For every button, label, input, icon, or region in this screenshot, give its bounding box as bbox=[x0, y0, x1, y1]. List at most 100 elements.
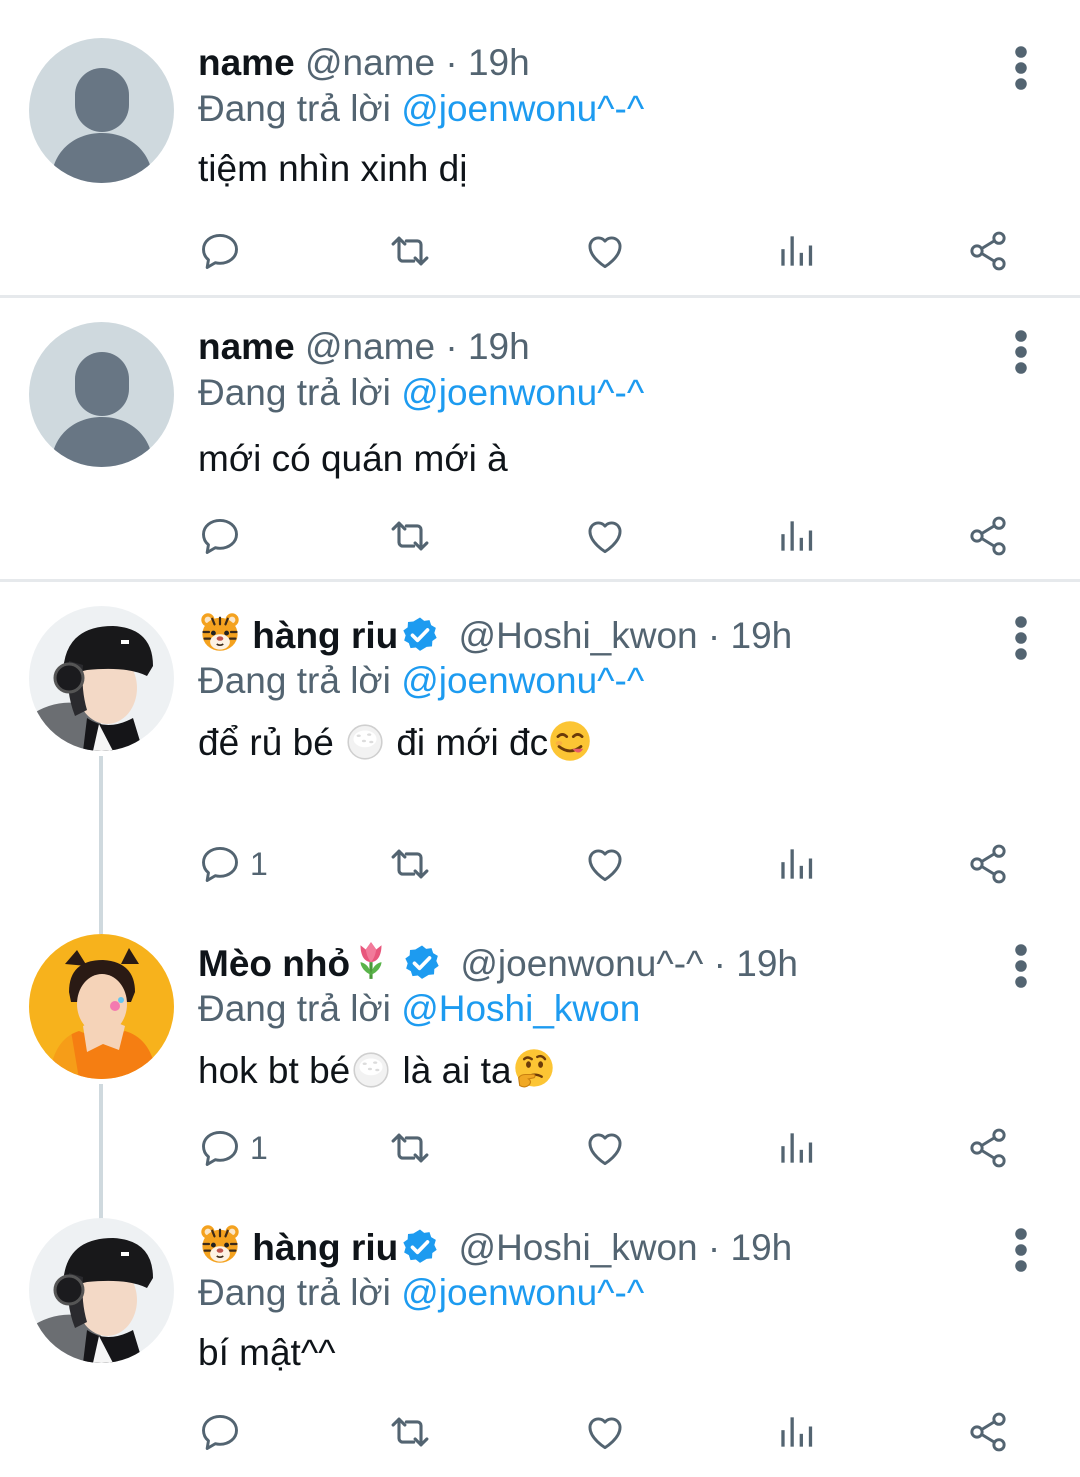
avatar[interactable] bbox=[29, 934, 174, 1079]
tweet-text: hok bt bé là ai ta bbox=[198, 1046, 556, 1096]
retweet-button[interactable] bbox=[388, 226, 432, 276]
retweet-button[interactable] bbox=[388, 511, 432, 561]
more-options-icon[interactable] bbox=[1013, 614, 1029, 662]
handle[interactable]: @joenwonu^-^ bbox=[460, 943, 703, 984]
like-icon bbox=[583, 1126, 627, 1170]
tweet-header: name @name · 19h bbox=[198, 322, 530, 372]
tweet[interactable]: Mèo nhỏ @joenwonu^-^ · 19h Đang trả lời … bbox=[0, 912, 1080, 1212]
share-icon bbox=[966, 229, 1010, 273]
separator: · bbox=[445, 326, 458, 367]
reply-button[interactable] bbox=[198, 226, 250, 276]
timestamp[interactable]: 19h bbox=[731, 1227, 793, 1268]
reply-context: Đang trả lời @joenwonu^-^ bbox=[198, 368, 644, 418]
views-button[interactable] bbox=[774, 1123, 818, 1173]
tweet-header: name @name · 19h bbox=[198, 38, 530, 88]
share-icon bbox=[966, 1126, 1010, 1170]
profile-photo bbox=[29, 934, 174, 1079]
like-button[interactable] bbox=[583, 1407, 627, 1457]
verified-badge-icon[interactable] bbox=[400, 615, 440, 655]
share-button[interactable] bbox=[966, 1123, 1010, 1173]
share-icon bbox=[966, 1410, 1010, 1454]
action-bar bbox=[198, 226, 1028, 276]
retweet-button[interactable] bbox=[388, 839, 432, 889]
avatar[interactable] bbox=[29, 322, 174, 467]
handle[interactable]: @name bbox=[305, 42, 435, 83]
reply-button[interactable] bbox=[198, 511, 250, 561]
tweet[interactable]: name @name · 19h Đang trả lời @joenwonu^… bbox=[0, 298, 1080, 580]
display-name[interactable]: Mèo nhỏ bbox=[198, 943, 350, 984]
reply-button[interactable] bbox=[198, 1407, 250, 1457]
like-button[interactable] bbox=[583, 839, 627, 889]
reply-mention-link[interactable]: @joenwonu^-^ bbox=[401, 660, 644, 701]
handle[interactable]: @Hoshi_kwon bbox=[459, 1227, 698, 1268]
reply-button[interactable]: 1 bbox=[198, 839, 268, 889]
avatar[interactable] bbox=[29, 1218, 174, 1363]
reply-prefix: Đang trả lời bbox=[198, 660, 391, 701]
display-name[interactable]: hàng riu bbox=[252, 615, 398, 656]
tweet[interactable]: hàng riu @Hoshi_kwon · 19h Đang trả lời … bbox=[0, 582, 1080, 912]
timestamp[interactable]: 19h bbox=[731, 615, 793, 656]
like-button[interactable] bbox=[583, 511, 627, 561]
reply-mention-link[interactable]: @joenwonu^-^ bbox=[401, 372, 644, 413]
tweet-text: để rủ bé đi mới đc bbox=[198, 718, 592, 768]
reply-prefix: Đang trả lời bbox=[198, 88, 391, 129]
tweet-text-part: đi mới đc bbox=[386, 722, 549, 763]
verified-badge-icon[interactable] bbox=[400, 1227, 440, 1267]
views-button[interactable] bbox=[774, 511, 818, 561]
reply-icon bbox=[198, 842, 242, 886]
separator: · bbox=[713, 943, 726, 984]
tweet-text-part: hok bt bé bbox=[198, 1050, 351, 1091]
tweet[interactable]: hàng riu @Hoshi_kwon · 19h Đang trả lời … bbox=[0, 1196, 1080, 1477]
avatar[interactable] bbox=[29, 38, 174, 183]
reply-context: Đang trả lời @Hoshi_kwon bbox=[198, 984, 640, 1034]
timestamp[interactable]: 19h bbox=[468, 42, 530, 83]
share-button[interactable] bbox=[966, 511, 1010, 561]
retweet-icon bbox=[388, 1410, 432, 1454]
reply-mention-link[interactable]: @Hoshi_kwon bbox=[401, 988, 640, 1029]
display-name[interactable]: name bbox=[198, 326, 295, 367]
share-icon bbox=[966, 514, 1010, 558]
verified-badge-icon[interactable] bbox=[402, 943, 442, 983]
display-name[interactable]: hàng riu bbox=[252, 1227, 398, 1268]
views-button[interactable] bbox=[774, 839, 818, 889]
more-options-icon[interactable] bbox=[1013, 328, 1029, 376]
reply-prefix: Đang trả lời bbox=[198, 372, 391, 413]
tiger-face-icon bbox=[198, 610, 242, 654]
share-button[interactable] bbox=[966, 839, 1010, 889]
handle[interactable]: @Hoshi_kwon bbox=[459, 615, 698, 656]
timestamp[interactable]: 19h bbox=[468, 326, 530, 367]
tweet[interactable]: name @name · 19h Đang trả lời @joenwonu^… bbox=[0, 0, 1080, 296]
face-savoring-food-icon bbox=[548, 719, 592, 763]
avatar[interactable] bbox=[29, 606, 174, 751]
reply-mention-link[interactable]: @joenwonu^-^ bbox=[401, 1272, 644, 1313]
rice-ball-icon bbox=[344, 721, 386, 763]
like-icon bbox=[583, 1410, 627, 1454]
more-options-icon[interactable] bbox=[1013, 44, 1029, 92]
views-button[interactable] bbox=[774, 226, 818, 276]
reply-mention-link[interactable]: @joenwonu^-^ bbox=[401, 88, 644, 129]
retweet-button[interactable] bbox=[388, 1123, 432, 1173]
tweet-header: hàng riu @Hoshi_kwon · 19h bbox=[198, 610, 792, 660]
tweet-text: tiệm nhìn xinh dị bbox=[198, 148, 468, 189]
default-avatar-image bbox=[29, 322, 174, 467]
action-bar bbox=[198, 511, 1028, 561]
share-button[interactable] bbox=[966, 226, 1010, 276]
like-button[interactable] bbox=[583, 226, 627, 276]
reply-context: Đang trả lời @joenwonu^-^ bbox=[198, 656, 644, 706]
rice-ball-icon bbox=[350, 1049, 392, 1091]
profile-photo bbox=[29, 1218, 174, 1363]
views-icon bbox=[774, 1410, 818, 1454]
tweet-text: bí mật^^ bbox=[198, 1332, 336, 1373]
retweet-button[interactable] bbox=[388, 1407, 432, 1457]
timestamp[interactable]: 19h bbox=[736, 943, 798, 984]
views-button[interactable] bbox=[774, 1407, 818, 1457]
handle[interactable]: @name bbox=[305, 326, 435, 367]
tiger-face-icon bbox=[198, 1222, 242, 1266]
reply-button[interactable]: 1 bbox=[198, 1123, 268, 1173]
more-options-icon[interactable] bbox=[1013, 942, 1029, 990]
like-button[interactable] bbox=[583, 1123, 627, 1173]
display-name[interactable]: name bbox=[198, 42, 295, 83]
share-button[interactable] bbox=[966, 1407, 1010, 1457]
more-options-icon[interactable] bbox=[1013, 1226, 1029, 1274]
reply-icon bbox=[198, 229, 242, 273]
